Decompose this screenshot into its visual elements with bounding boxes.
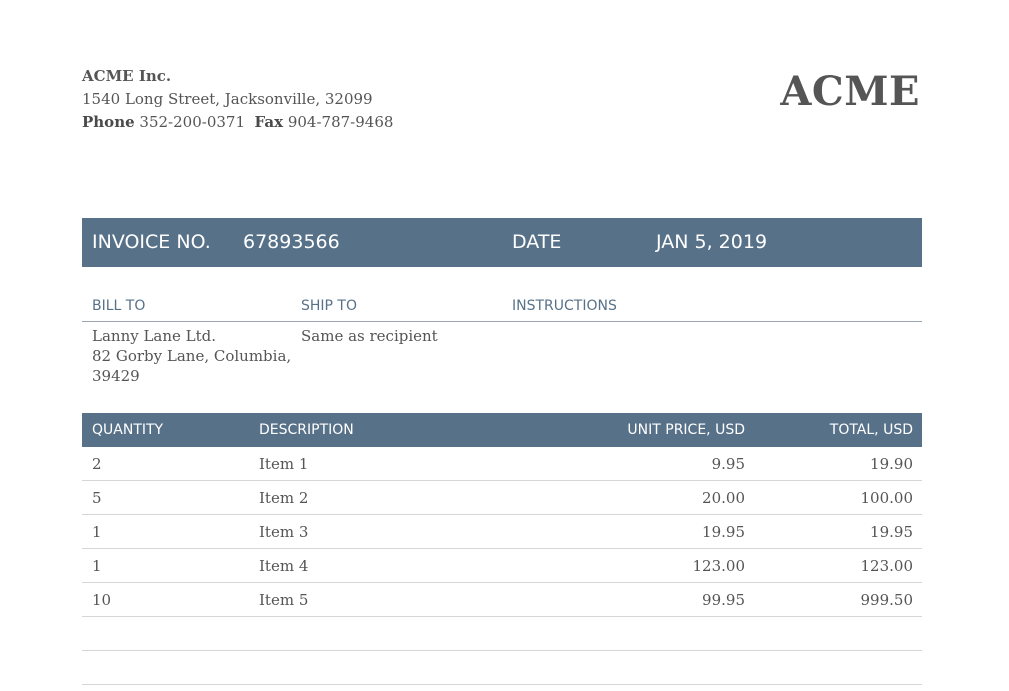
address-divider xyxy=(82,321,922,322)
items-table: QUANTITY DESCRIPTION UNIT PRICE, USD TOT… xyxy=(82,413,922,685)
quantity-cell: 5 xyxy=(92,489,102,507)
fax-value: 904-787-9468 xyxy=(287,113,394,131)
table-row: 1 Item 3 19.95 19.95 xyxy=(82,515,922,549)
company-name: ACME Inc. xyxy=(82,67,172,85)
table-row: 1 Item 4 123.00 123.00 xyxy=(82,549,922,583)
company-block: ACME Inc. 1540 Long Street, Jacksonville… xyxy=(82,65,393,134)
instructions-label: INSTRUCTIONS xyxy=(512,298,617,314)
unit-price-cell: 99.95 xyxy=(702,591,745,609)
table-row xyxy=(82,651,922,685)
company-logo: ACME xyxy=(780,68,920,115)
quantity-cell: 2 xyxy=(92,455,102,473)
invoice-date-label: DATE xyxy=(512,231,562,253)
unit-price-header: UNIT PRICE, USD xyxy=(627,422,745,438)
total-cell: 999.50 xyxy=(860,591,914,609)
invoice-bar: INVOICE NO. 67893566 DATE JAN 5, 2019 xyxy=(82,218,922,267)
total-cell: 123.00 xyxy=(860,557,914,575)
company-address: 1540 Long Street, Jacksonville, 32099 xyxy=(82,90,373,108)
phone-label: Phone xyxy=(82,113,135,131)
table-row: 5 Item 2 20.00 100.00 xyxy=(82,481,922,515)
quantity-cell: 1 xyxy=(92,557,102,575)
unit-price-cell: 123.00 xyxy=(692,557,746,575)
invoice-number-label: INVOICE NO. xyxy=(92,231,211,253)
total-cell: 19.90 xyxy=(870,455,913,473)
items-header: QUANTITY DESCRIPTION UNIT PRICE, USD TOT… xyxy=(82,413,922,447)
description-cell: Item 5 xyxy=(259,591,309,609)
total-cell: 19.95 xyxy=(870,523,913,541)
description-cell: Item 2 xyxy=(259,489,309,507)
description-header: DESCRIPTION xyxy=(259,422,354,438)
fax-label: Fax xyxy=(254,113,284,131)
ship-to-label: SHIP TO xyxy=(301,298,358,314)
bill-to-line: Lanny Lane Ltd. xyxy=(92,327,217,345)
total-header: TOTAL, USD xyxy=(829,422,913,438)
description-cell: Item 4 xyxy=(259,557,309,575)
quantity-cell: 1 xyxy=(92,523,102,541)
invoice-number: 67893566 xyxy=(243,231,340,253)
bill-to-line: 82 Gorby Lane, Columbia, xyxy=(92,347,292,365)
phone-value: 352-200-0371 xyxy=(139,113,245,131)
description-cell: Item 1 xyxy=(259,455,309,473)
unit-price-cell: 19.95 xyxy=(702,523,745,541)
bill-to-line: 39429 xyxy=(92,367,140,385)
invoice-date: JAN 5, 2019 xyxy=(656,231,768,253)
table-row: 10 Item 5 99.95 999.50 xyxy=(82,583,922,617)
unit-price-cell: 9.95 xyxy=(711,455,745,473)
total-cell: 100.00 xyxy=(860,489,914,507)
unit-price-cell: 20.00 xyxy=(702,489,745,507)
description-cell: Item 3 xyxy=(259,523,309,541)
quantity-header: QUANTITY xyxy=(92,422,164,438)
bill-to-label: BILL TO xyxy=(92,298,146,314)
ship-to-address: Same as recipient xyxy=(301,327,438,345)
bill-to-address: Lanny Lane Ltd. 82 Gorby Lane, Columbia,… xyxy=(92,326,291,386)
quantity-cell: 10 xyxy=(92,591,112,609)
company-contact: Phone 352-200-0371 Fax 904-787-9468 xyxy=(82,111,393,134)
table-row: 2 Item 1 9.95 19.90 xyxy=(82,447,922,481)
table-row xyxy=(82,617,922,651)
